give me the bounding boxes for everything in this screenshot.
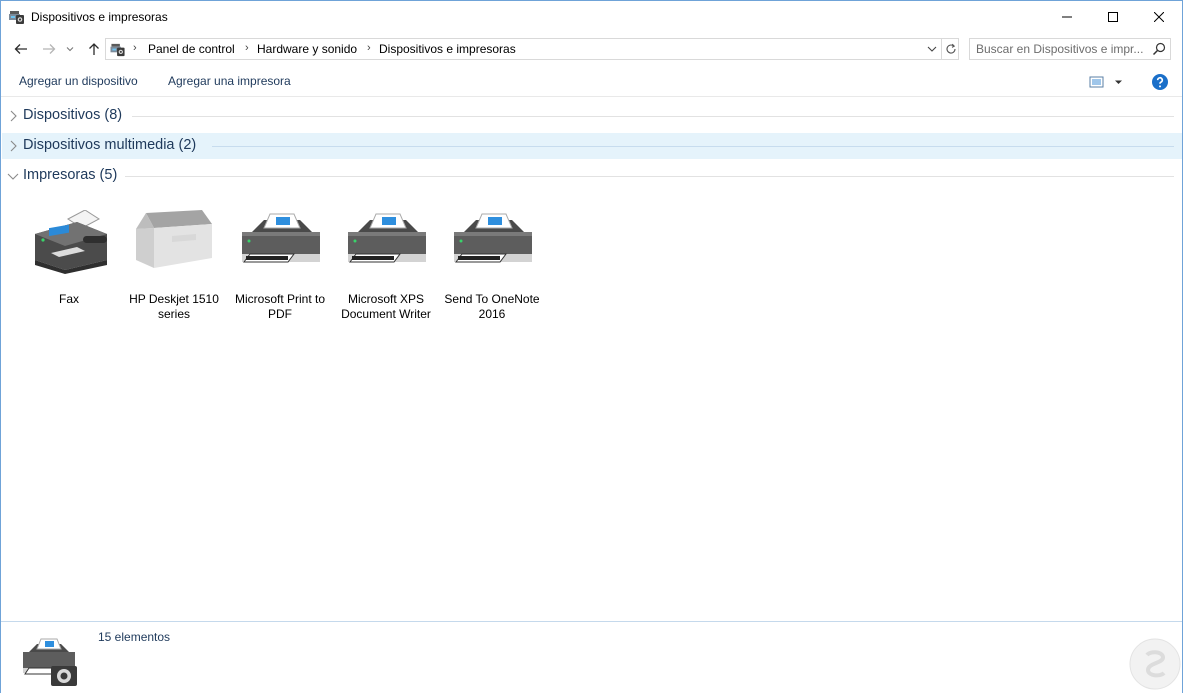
printer-item-send-to-onenote[interactable]: Send To OneNote 2016 [440, 204, 544, 324]
help-button[interactable] [1151, 73, 1169, 91]
printer-icon [242, 213, 320, 263]
back-arrow-icon [14, 44, 27, 54]
devices-printers-large-icon [23, 638, 77, 686]
address-history-dropdown[interactable] [923, 39, 941, 59]
printer-icon [454, 213, 532, 263]
maximize-icon [1108, 11, 1118, 22]
chevron-down-icon [7, 173, 19, 180]
forward-arrow-icon [43, 44, 56, 54]
add-printer-button[interactable]: Agregar una impresora [168, 74, 291, 88]
printer-label: Fax [58, 292, 79, 306]
breadcrumb-devices-printers[interactable]: Dispositivos e impresoras [379, 42, 516, 56]
add-device-button[interactable]: Agregar un dispositivo [19, 74, 138, 88]
devices-printers-app-icon [9, 11, 24, 24]
group-header-multimedia[interactable]: Dispositivos multimedia (2) [2, 133, 1182, 159]
chevron-down-icon [927, 46, 937, 52]
chevron-right-icon [10, 110, 17, 122]
devices-printers-window: Dispositivos e impresoras › Panel de con… [0, 0, 1183, 694]
forward-button[interactable] [38, 37, 60, 61]
help-icon [1152, 74, 1168, 90]
group-label: Impresoras (5) [23, 167, 118, 183]
printer-item-print-to-pdf[interactable]: Microsoft Print to PDF [228, 204, 332, 324]
address-bar[interactable]: › Panel de control › Hardware y sonido ›… [105, 38, 959, 60]
printer-label: Send To OneNote 2016 [444, 292, 540, 321]
refresh-icon [946, 43, 956, 54]
search-icon[interactable] [1151, 41, 1167, 57]
chevron-down-icon [66, 47, 74, 52]
watermark-logo-icon [1129, 638, 1181, 690]
navigation-row: › Panel de control › Hardware y sonido ›… [1, 35, 1182, 63]
maximize-button[interactable] [1090, 1, 1136, 32]
group-header-printers[interactable]: Impresoras (5) [2, 163, 1182, 189]
title-bar: Dispositivos e impresoras [1, 1, 1182, 32]
fax-icon [35, 210, 107, 274]
close-button[interactable] [1136, 1, 1182, 32]
devices-printers-location-icon [110, 43, 125, 57]
breadcrumb-control-panel[interactable]: Panel de control [148, 42, 235, 56]
item-count: 15 elementos [98, 630, 171, 644]
search-box[interactable] [969, 38, 1171, 60]
view-options-icon [1089, 76, 1122, 88]
group-divider [125, 176, 1174, 177]
breadcrumb-separator-icon[interactable]: › [367, 42, 371, 54]
printer-icon [348, 213, 426, 263]
refresh-button[interactable] [941, 39, 959, 59]
printer-label: Microsoft XPS Document Writer [341, 292, 431, 321]
breadcrumb-separator-icon[interactable]: › [133, 42, 137, 54]
printer-label: Microsoft Print to PDF [234, 292, 326, 321]
back-button[interactable] [10, 37, 32, 61]
minimize-button[interactable] [1044, 1, 1090, 32]
printer-item-hp-deskjet[interactable]: HP Deskjet 1510 series [122, 204, 226, 324]
group-divider [212, 146, 1174, 147]
search-input[interactable] [976, 41, 1146, 57]
window-title: Dispositivos e impresoras [31, 10, 168, 24]
breadcrumb-separator-icon[interactable]: › [245, 42, 249, 54]
printer-item-fax[interactable]: Fax [17, 204, 121, 324]
printer-label: HP Deskjet 1510 series [129, 292, 219, 321]
close-icon [1154, 11, 1164, 22]
printer-item-xps-writer[interactable]: Microsoft XPS Document Writer [334, 204, 438, 324]
group-label: Dispositivos (8) [23, 107, 123, 123]
group-label: Dispositivos multimedia (2) [23, 137, 197, 153]
change-view-button[interactable] [1088, 73, 1128, 91]
details-pane: 15 elementos [1, 621, 1182, 694]
minimize-icon [1062, 16, 1072, 17]
chevron-right-icon [10, 140, 17, 152]
up-arrow-icon [89, 43, 99, 55]
group-header-devices[interactable]: Dispositivos (8) [2, 103, 1182, 129]
breadcrumb-hardware-sound[interactable]: Hardware y sonido [257, 42, 357, 56]
recent-locations-button[interactable] [63, 37, 77, 61]
up-button[interactable] [83, 37, 105, 61]
group-divider [132, 116, 1174, 117]
command-bar: Agregar un dispositivo Agregar una impre… [1, 67, 1182, 97]
hp-printer-icon [136, 210, 212, 268]
